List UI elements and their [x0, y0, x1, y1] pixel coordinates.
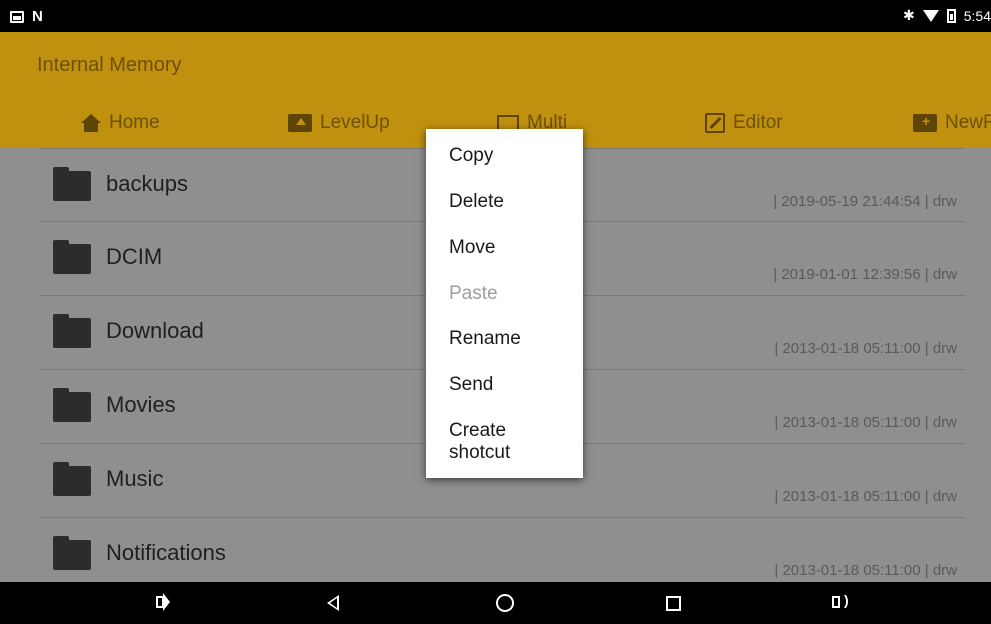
- file-meta: | 2019-05-19 21:44:54 | drw: [773, 193, 957, 210]
- file-meta: | 2013-01-18 05:11:00 | drw: [774, 488, 957, 505]
- menu-item-send[interactable]: Send: [449, 374, 493, 396]
- file-name: Download: [106, 318, 204, 343]
- new-folder-icon: [913, 113, 937, 132]
- recents-icon[interactable]: [666, 596, 681, 611]
- menu-item-create-line1: Create: [449, 420, 507, 441]
- menu-item-delete[interactable]: Delete: [449, 191, 504, 213]
- wifi-icon: [922, 9, 939, 22]
- image-icon: [10, 10, 24, 23]
- file-meta: | 2013-01-18 05:11:00 | drw: [774, 562, 957, 579]
- context-menu: Copy Delete Move Paste Rename Send Creat…: [426, 129, 583, 478]
- file-meta: | 2013-01-18 05:11:00 | drw: [774, 340, 957, 357]
- edit-icon: [705, 113, 725, 133]
- toolbar-newfolder-label: NewF: [945, 112, 991, 133]
- menu-item-move[interactable]: Move: [449, 237, 495, 259]
- toolbar-home-label: Home: [109, 112, 160, 133]
- battery-icon: [946, 8, 956, 23]
- menu-item-create-shortcut[interactable]: Create shotcut: [449, 420, 510, 464]
- list-item[interactable]: Notifications | 2013-01-18 05:11:00 | dr…: [40, 518, 965, 582]
- file-name: DCIM: [106, 244, 163, 269]
- folder-icon: [53, 536, 91, 570]
- menu-item-copy[interactable]: Copy: [449, 145, 493, 167]
- toolbar-newfolder-button[interactable]: NewF: [913, 112, 991, 134]
- folder-icon: [53, 388, 91, 422]
- navigation-bar: [0, 582, 991, 624]
- toolbar-levelup-label: LevelUp: [320, 112, 390, 133]
- folder-icon: [53, 462, 91, 496]
- status-bar: N ✱ 5:54: [0, 0, 991, 32]
- back-icon[interactable]: [327, 595, 339, 611]
- folder-icon: [53, 240, 91, 274]
- volume-down-icon[interactable]: [156, 593, 170, 611]
- file-meta: | 2019-01-01 12:39:56 | drw: [773, 266, 957, 283]
- file-name: Music: [106, 466, 164, 491]
- volume-up-icon[interactable]: [832, 592, 849, 608]
- folder-icon: [53, 167, 91, 201]
- file-name: backups: [106, 171, 188, 196]
- home-icon: [81, 114, 101, 132]
- folder-icon: [53, 314, 91, 348]
- toolbar-levelup-button[interactable]: LevelUp: [288, 112, 390, 134]
- status-time: 5:54: [963, 7, 991, 24]
- menu-item-rename[interactable]: Rename: [449, 328, 521, 350]
- file-name: Notifications: [106, 540, 226, 565]
- file-name: Movies: [106, 392, 176, 417]
- toolbar-editor-label: Editor: [733, 112, 783, 133]
- bluetooth-icon: ✱: [903, 7, 915, 23]
- menu-item-paste: Paste: [449, 283, 498, 304]
- n-icon: N: [32, 8, 43, 25]
- folder-up-icon: [288, 114, 312, 132]
- home-nav-icon[interactable]: [496, 594, 514, 612]
- menu-item-create-line2: shotcut: [449, 442, 511, 463]
- file-meta: | 2013-01-18 05:11:00 | drw: [774, 414, 957, 431]
- toolbar-home-button[interactable]: Home: [81, 112, 160, 134]
- toolbar-editor-button[interactable]: Editor: [705, 112, 783, 134]
- page-title: Internal Memory: [37, 54, 182, 76]
